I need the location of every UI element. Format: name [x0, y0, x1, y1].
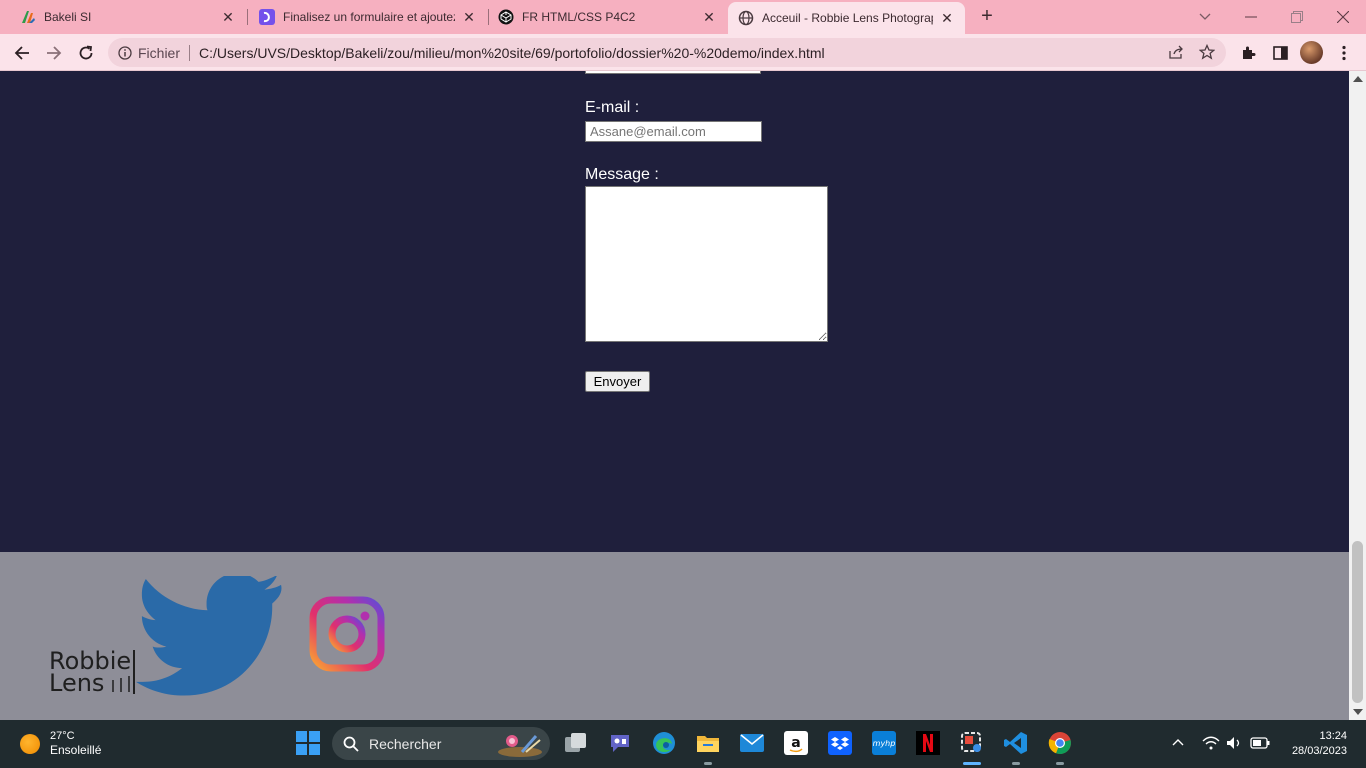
windows-taskbar: 27°C Ensoleillé Rechercher a myhp 13:24 … — [0, 720, 1366, 768]
tab-divider — [488, 9, 489, 25]
twitter-icon[interactable] — [135, 576, 285, 696]
file-explorer-icon[interactable] — [695, 730, 721, 756]
chrome-icon[interactable] — [1047, 730, 1073, 756]
battery-icon[interactable] — [1250, 737, 1270, 752]
logo-stripes — [112, 676, 130, 692]
netflix-icon[interactable] — [915, 730, 941, 756]
arrow-right-icon — [47, 46, 62, 60]
bookmark-star-icon[interactable] — [1199, 44, 1215, 60]
minimize-button[interactable] — [1228, 0, 1274, 34]
bakeli-logo-icon — [20, 9, 36, 25]
reload-button[interactable] — [72, 39, 100, 67]
share-icon[interactable] — [1168, 45, 1184, 60]
email-input[interactable] — [585, 121, 762, 142]
tab-robbie-lens[interactable]: Acceuil - Robbie Lens Photograph ✕ — [728, 2, 965, 34]
tab-search-chevron-icon[interactable] — [1182, 0, 1228, 34]
tab-title: FR HTML/CSS P4C2 — [522, 10, 636, 24]
weather-temperature: 27°C — [50, 730, 75, 742]
submit-button[interactable]: Envoyer — [585, 371, 650, 392]
close-window-button[interactable] — [1320, 0, 1366, 34]
browser-toolbar: Fichier C:/Users/UVS/Desktop/Bakeli/zou/… — [0, 34, 1366, 71]
dropbox-icon[interactable] — [827, 730, 853, 756]
openclassrooms-icon — [259, 9, 275, 25]
clock-time: 13:24 — [1319, 730, 1347, 742]
robbie-lens-logo[interactable]: Robbie Lens — [49, 649, 135, 695]
volume-icon[interactable] — [1226, 736, 1242, 753]
globe-icon — [738, 10, 754, 26]
message-label: Message : — [585, 166, 659, 183]
sun-icon — [20, 733, 40, 754]
running-indicator — [1012, 762, 1020, 765]
close-icon[interactable]: ✕ — [701, 9, 717, 25]
email-label: E-mail : — [585, 99, 640, 116]
search-icon — [343, 736, 359, 752]
tab-title: Bakeli SI — [44, 10, 92, 24]
weather-widget[interactable]: 27°C Ensoleillé — [20, 729, 101, 758]
message-textarea[interactable] — [585, 186, 828, 342]
wifi-icon[interactable] — [1202, 736, 1220, 753]
search-label: Rechercher — [369, 735, 442, 752]
windows-start-icon[interactable] — [295, 730, 321, 756]
page-scrollbar[interactable] — [1349, 71, 1366, 720]
mail-icon[interactable] — [739, 730, 765, 756]
reload-icon — [79, 45, 93, 60]
url-scheme-label: Fichier — [138, 44, 181, 61]
browser-tab-strip: Bakeli SI ✕ Finalisez un formulaire et a… — [0, 0, 1366, 34]
active-indicator — [963, 762, 981, 765]
extensions-icon[interactable] — [1234, 39, 1262, 67]
web-page: E-mail : Message : Envoyer Robbie Lens — [0, 71, 1349, 720]
arrow-left-icon — [14, 46, 29, 60]
close-icon[interactable]: ✕ — [220, 9, 236, 25]
url-text[interactable]: C:/Users/UVS/Desktop/Bakeli/zou/milieu/m… — [199, 45, 825, 61]
teams-chat-icon[interactable] — [607, 730, 633, 756]
tab-divider — [247, 9, 248, 25]
search-highlight-illustration-icon — [498, 735, 542, 757]
system-clock[interactable]: 13:24 28/03/2023 — [1292, 729, 1347, 759]
forward-button[interactable] — [40, 39, 68, 67]
info-icon[interactable] — [118, 45, 132, 60]
tray-chevron-up-icon[interactable] — [1172, 734, 1184, 749]
address-bar[interactable]: Fichier C:/Users/UVS/Desktop/Bakeli/zou/… — [108, 38, 1226, 67]
tab-codepen[interactable]: FR HTML/CSS P4C2 ✕ — [490, 0, 727, 34]
edge-browser-icon[interactable] — [651, 730, 677, 756]
instagram-icon[interactable] — [309, 596, 385, 672]
tab-openclassrooms[interactable]: Finalisez un formulaire et ajoutez ✕ — [249, 0, 487, 34]
profile-avatar[interactable] — [1300, 41, 1323, 64]
codepen-icon — [498, 9, 514, 25]
amazon-icon[interactable]: a — [783, 730, 809, 756]
svg-text:a: a — [791, 735, 800, 751]
clock-date: 28/03/2023 — [1291, 745, 1347, 757]
task-view-icon[interactable] — [563, 730, 589, 756]
tab-bakeli[interactable]: Bakeli SI ✕ — [0, 0, 246, 34]
scroll-down-arrow[interactable] — [1353, 709, 1363, 715]
omnibox-divider — [189, 44, 191, 61]
scroll-up-arrow[interactable] — [1353, 76, 1363, 82]
restore-button[interactable] — [1274, 0, 1320, 34]
weather-description: Ensoleillé — [50, 743, 102, 757]
close-icon[interactable]: ✕ — [461, 9, 477, 25]
contact-section: E-mail : Message : Envoyer — [0, 71, 1349, 552]
back-button[interactable] — [8, 39, 36, 67]
vscode-icon[interactable] — [1003, 730, 1029, 756]
tab-title: Acceuil - Robbie Lens Photograph — [762, 11, 933, 25]
side-panel-icon[interactable] — [1266, 39, 1294, 67]
svg-text:myhp: myhp — [873, 739, 896, 748]
taskbar-search[interactable]: Rechercher — [332, 727, 550, 760]
scrollbar-thumb[interactable] — [1352, 541, 1363, 703]
running-indicator — [1056, 762, 1064, 765]
running-indicator — [704, 762, 712, 765]
page-footer: Robbie Lens — [0, 552, 1349, 720]
close-icon[interactable]: ✕ — [939, 10, 955, 26]
new-tab-button[interactable]: + — [976, 6, 998, 28]
browser-menu-icon[interactable] — [1330, 39, 1358, 67]
tab-title: Finalisez un formulaire et ajoutez — [283, 10, 455, 24]
myhp-icon[interactable]: myhp — [871, 730, 897, 756]
name-input[interactable] — [585, 71, 761, 74]
snipping-tool-icon[interactable] — [959, 730, 985, 756]
